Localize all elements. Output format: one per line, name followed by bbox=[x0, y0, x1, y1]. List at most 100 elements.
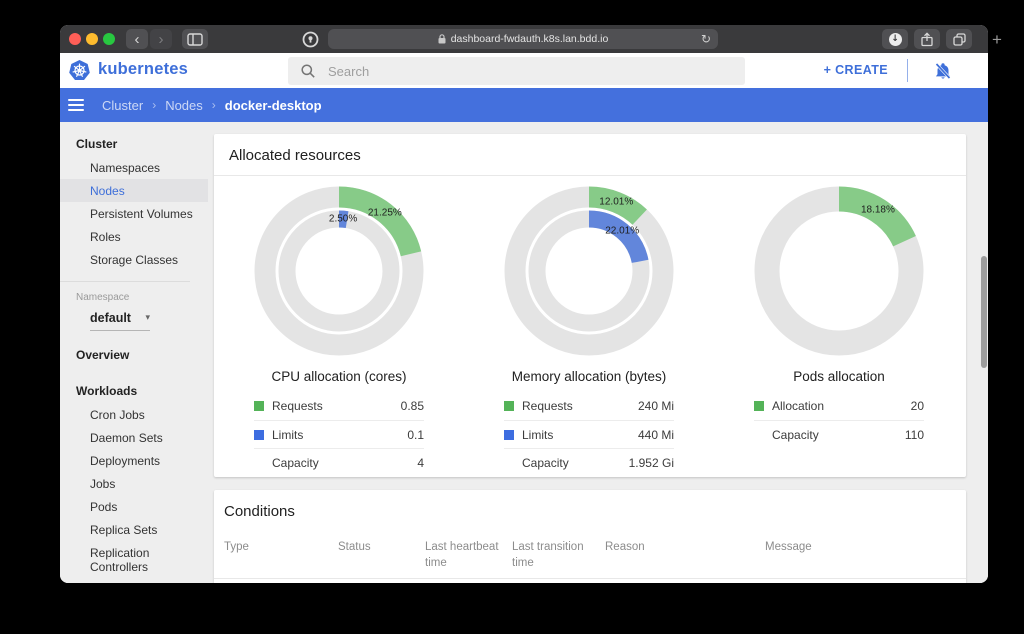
search-input[interactable] bbox=[326, 62, 706, 80]
namespace-value: default bbox=[90, 311, 131, 325]
main-content: Allocated resources 21.25% 2.50% CPU alloc… bbox=[208, 122, 988, 583]
legend-swatch-green bbox=[754, 401, 764, 411]
sidebar-item-namespaces[interactable]: Namespaces bbox=[60, 156, 208, 179]
donut-svg bbox=[754, 186, 924, 356]
sidebar-header-workloads[interactable]: Workloads bbox=[60, 379, 208, 403]
share-button[interactable] bbox=[914, 29, 940, 49]
conditions-cell: KubeletHasSufficientMemory bbox=[605, 579, 765, 583]
app-header: kubernetes + CREATE bbox=[60, 53, 988, 88]
sidebar-toggle-icon[interactable] bbox=[182, 29, 208, 49]
sidebar-item-nodes[interactable]: Nodes bbox=[60, 179, 208, 202]
legend-row: Limits 440 Mi bbox=[504, 420, 674, 448]
allocated-resources-card: Allocated resources 21.25% 2.50% CPU alloc… bbox=[214, 134, 966, 477]
legend-value: 0.1 bbox=[407, 427, 424, 442]
legend-value: 0.85 bbox=[400, 399, 424, 413]
sidebar-item-cron-jobs[interactable]: Cron Jobs bbox=[60, 403, 208, 426]
sidebar-item-persistent-volumes[interactable]: Persistent Volumes bbox=[60, 202, 208, 225]
address-bar[interactable]: dashboard-fwdauth.k8s.lan.bdd.io ↻ bbox=[328, 29, 718, 49]
reload-icon[interactable]: ↻ bbox=[701, 32, 711, 46]
forward-button[interactable]: › bbox=[150, 29, 172, 49]
conditions-column-header: Type bbox=[214, 531, 338, 580]
chevron-right-icon: › bbox=[152, 98, 157, 112]
sidebar-item-pods[interactable]: Pods bbox=[60, 495, 208, 518]
sidebar-item-storage-classes[interactable]: Storage Classes bbox=[60, 248, 208, 271]
close-window-button[interactable] bbox=[69, 33, 81, 45]
zoom-window-button[interactable] bbox=[103, 33, 115, 45]
sidebar-item-replication-controllers[interactable]: Replication Controllers bbox=[60, 541, 208, 578]
legend-row: Capacity 110 bbox=[754, 420, 924, 448]
back-button[interactable]: ‹ bbox=[126, 29, 148, 49]
scrollbar-thumb[interactable] bbox=[981, 256, 987, 368]
plus-glyph[interactable]: + bbox=[992, 30, 1002, 50]
legend-row: Capacity 4 bbox=[254, 448, 424, 476]
sidebar-header-cluster[interactable]: Cluster bbox=[60, 132, 208, 156]
browser-toolbar: ‹ › dashboard-fwdauth.k8s.lan.bdd.io ↻ ↓ bbox=[60, 25, 988, 53]
legend-row: Requests 0.85 bbox=[254, 392, 424, 420]
legend-row: Capacity 1.952 Gi bbox=[504, 448, 674, 476]
namespace-select[interactable]: default ▾ bbox=[90, 311, 150, 331]
sidebar-divider bbox=[60, 281, 190, 282]
legend-label: Limits bbox=[522, 427, 554, 442]
legend-label: Capacity bbox=[272, 455, 319, 470]
tab-overview-button[interactable] bbox=[946, 29, 972, 49]
conditions-column-header: Reason bbox=[605, 531, 765, 580]
breadcrumb-current: docker-desktop bbox=[224, 97, 322, 113]
chart-column: 21.25% 2.50% CPU allocation (cores) Request… bbox=[214, 176, 464, 476]
legend-value: 440 Mi bbox=[637, 427, 674, 442]
donut-chart: 12.01% 22.01% bbox=[504, 186, 674, 356]
legend-value: 1.952 Gi bbox=[628, 455, 674, 470]
breadcrumb: Cluster › Nodes › docker-desktop bbox=[102, 98, 322, 113]
chart-legend: Requests 240 Mi Limits 440 Mi Capacity 1.952 … bbox=[504, 392, 674, 476]
downloads-button[interactable]: ↓ bbox=[882, 29, 908, 49]
donut-percent-label: 2.50% bbox=[328, 213, 358, 225]
minimize-window-button[interactable] bbox=[86, 33, 98, 45]
donut-percent-label: 21.25% bbox=[367, 207, 402, 219]
donut-percent-label: 22.01% bbox=[605, 225, 640, 237]
share-icon bbox=[921, 31, 933, 46]
sidebar-item-deployments[interactable]: Deployments bbox=[60, 449, 208, 472]
screenshot-stage: ‹ › dashboard-fwdauth.k8s.lan.bdd.io ↻ ↓ bbox=[0, 0, 1024, 634]
extension-icon[interactable] bbox=[298, 29, 322, 49]
sidebar-header-overview[interactable]: Overview bbox=[60, 343, 208, 367]
card-title: Allocated resources bbox=[214, 134, 966, 176]
sidebar-item-replica-sets[interactable]: Replica Sets bbox=[60, 518, 208, 541]
conditions-cell: kubelet has sufficient memory available bbox=[765, 579, 966, 583]
create-button[interactable]: + CREATE bbox=[824, 63, 888, 77]
sidebar-item-roles[interactable]: Roles bbox=[60, 225, 208, 248]
legend-label: Allocation bbox=[772, 399, 825, 413]
sidebar: Cluster Namespaces Nodes Persistent Volumes… bbox=[60, 122, 208, 583]
conditions-cell: False bbox=[338, 579, 425, 583]
legend-row: Requests 240 Mi bbox=[504, 392, 674, 420]
legend-swatch-blue bbox=[504, 429, 514, 440]
donut-svg bbox=[504, 186, 674, 356]
legend-label: Limits bbox=[272, 427, 304, 442]
chart-column: 18.18% Pods allocation Allocation 20 Capacit… bbox=[714, 176, 964, 476]
lock-icon bbox=[438, 34, 446, 44]
charts-row: 21.25% 2.50% CPU allocation (cores) Request… bbox=[214, 176, 966, 476]
search-icon bbox=[301, 64, 315, 78]
legend-row: Allocation 20 bbox=[754, 392, 924, 420]
sidebar-item-daemon-sets[interactable]: Daemon Sets bbox=[60, 426, 208, 449]
legend-swatch-green bbox=[254, 401, 264, 411]
sidebar-item-stateful-sets[interactable]: Stateful Sets bbox=[60, 578, 208, 584]
search-bar[interactable] bbox=[288, 57, 745, 85]
notifications-off-button[interactable] bbox=[932, 60, 954, 82]
chevron-right-icon: › bbox=[211, 98, 216, 112]
legend-label: Capacity bbox=[772, 427, 819, 442]
chart-title: Memory allocation (bytes) bbox=[511, 369, 667, 384]
namespace-caption: Namespace bbox=[76, 292, 130, 303]
breadcrumb-cluster[interactable]: Cluster bbox=[102, 98, 143, 113]
page-body: Cluster Namespaces Nodes Persistent Volumes… bbox=[60, 122, 988, 583]
legend-value: 110 bbox=[904, 427, 924, 442]
legend-value: 20 bbox=[910, 399, 924, 413]
legend-row: Limits 0.1 bbox=[254, 420, 424, 448]
card-title: Conditions bbox=[224, 503, 295, 520]
browser-window: ‹ › dashboard-fwdauth.k8s.lan.bdd.io ↻ ↓ bbox=[60, 25, 988, 583]
legend-label: Requests bbox=[522, 399, 573, 413]
sidebar-item-jobs[interactable]: Jobs bbox=[60, 472, 208, 495]
conditions-cell: 2 days bbox=[512, 579, 605, 583]
breadcrumb-nodes[interactable]: Nodes bbox=[165, 98, 203, 113]
download-icon: ↓ bbox=[888, 32, 902, 46]
brand-title[interactable]: kubernetes bbox=[98, 60, 188, 79]
menu-icon[interactable] bbox=[68, 99, 84, 111]
